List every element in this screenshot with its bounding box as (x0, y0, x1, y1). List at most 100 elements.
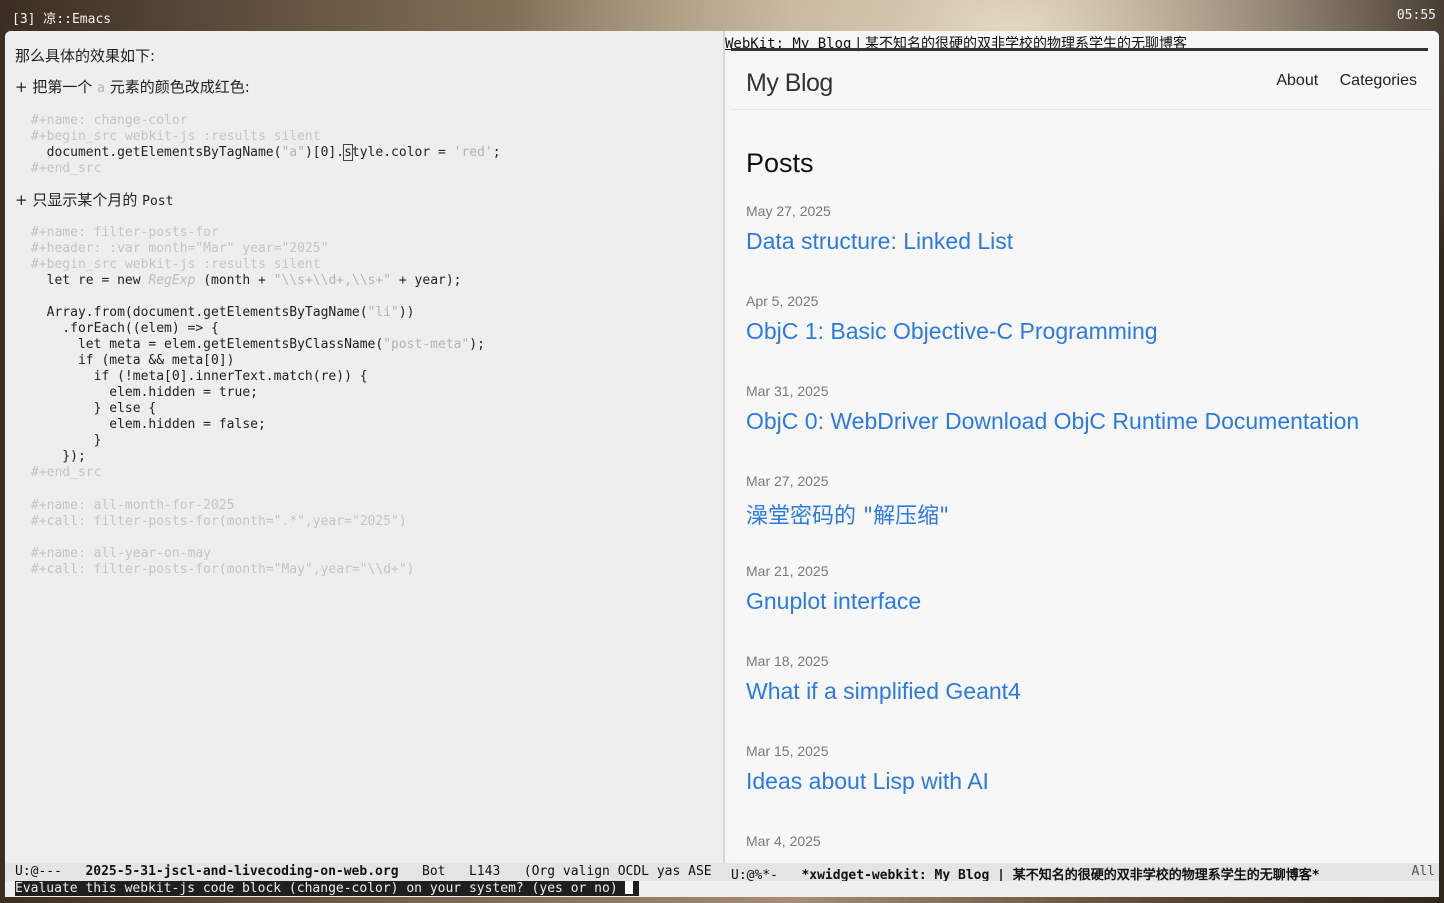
code-text: ; (492, 145, 501, 160)
code-line: elem.hidden = true; (31, 385, 258, 400)
code-line: } (31, 433, 102, 448)
inline-code: a (97, 81, 105, 96)
code-text: Array.from(document.getElementsByTagName… (31, 305, 368, 320)
code-text: let meta = elem.getElementsByClassName( (31, 337, 384, 352)
org-buffer[interactable]: 那么具体的效果如下: + 把第一个 a 元素的颜色改成红色: #+name: c… (5, 31, 723, 863)
code-text: document.getElementsByTagName( (31, 145, 282, 160)
code-line: let meta = elem.getElementsByClassName("… (31, 337, 485, 353)
list-item-text: 只显示某个月的 (32, 191, 143, 209)
buffer-position: Bot (422, 864, 446, 879)
src-block-name: #+name: all-month-for-2025 (31, 498, 235, 513)
src-block-name: #+name: change-color (31, 113, 188, 128)
post-item: Mar 31, 2025 ObjC 0: WebDriver Download … (746, 383, 1359, 435)
post-item: Mar 4, 2025 (746, 833, 821, 849)
list-item-text: Post (142, 194, 174, 209)
code-line: if (!meta[0].innerText.match(re)) { (31, 369, 368, 384)
emacs-frame: 那么具体的效果如下: + 把第一个 a 元素的颜色改成红色: #+name: c… (5, 31, 1439, 897)
list-bullet: + (15, 78, 28, 96)
code-line: Array.from(document.getElementsByTagName… (31, 305, 415, 321)
post-item: Apr 5, 2025 ObjC 1: Basic Objective-C Pr… (746, 293, 1158, 345)
post-title-link[interactable]: Gnuplot interface (746, 588, 921, 615)
post-item: May 27, 2025 Data structure: Linked List (746, 203, 1013, 255)
post-date: Mar 31, 2025 (746, 383, 829, 399)
line-number: L143 (468, 864, 501, 879)
code-string: "a" (281, 145, 305, 160)
code-string: "post-meta" (383, 337, 470, 352)
buffer-name[interactable]: 2025-5-31-jscl-and-livecoding-on-web.org (85, 864, 398, 879)
code-line: document.getElementsByTagName("a")[0].st… (31, 144, 501, 161)
site-nav: About Categories (1259, 72, 1417, 90)
post-date: Mar 21, 2025 (746, 563, 829, 579)
minibuffer[interactable]: Evaluate this webkit-js code block (chan… (5, 881, 1439, 897)
code-string: "li" (367, 305, 399, 320)
buffer-state: U:@--- (15, 864, 62, 879)
code-line: elem.hidden = false; (31, 417, 266, 432)
list-item-text: 元素的颜色改成红色: (104, 78, 250, 96)
code-text: let re = new (31, 273, 149, 288)
org-paragraph: 那么具体的效果如下: (15, 47, 156, 65)
code-type: RegExp (148, 273, 196, 288)
post-date: Mar 4, 2025 (746, 833, 821, 849)
src-block-name: #+name: all-year-on-may (31, 546, 212, 561)
org-list-item: + 把第一个 a 元素的颜色改成红色: (15, 79, 250, 97)
code-text: )) (398, 305, 415, 320)
post-title-link[interactable]: Ideas about Lisp with AI (746, 768, 989, 795)
code-text: )[0]. (304, 145, 345, 160)
code-text: tyle.color = (351, 145, 454, 160)
webkit-window: WebKit: My Blog | 某不知名的很硬的双非学校的物理系学生的无聊博… (725, 31, 1439, 863)
src-block-begin: #+begin_src webkit-js :results silent (31, 129, 321, 144)
site-header: My Blog About Categories (731, 53, 1431, 110)
mode-line[interactable]: U:@--- 2025-5-31-jscl-and-livecoding-on-… (5, 863, 1439, 883)
prompt-text: Evaluate this webkit-js code block (chan… (15, 881, 626, 896)
src-block-end: #+end_src (31, 465, 102, 480)
post-title-link[interactable]: ObjC 0: WebDriver Download ObjC Runtime … (746, 408, 1359, 435)
code-line: }); (31, 449, 86, 464)
left-mode-line: U:@--- 2025-5-31-jscl-and-livecoding-on-… (15, 864, 712, 879)
post-date: Mar 15, 2025 (746, 743, 829, 759)
code-line: .forEach((elem) => { (31, 321, 219, 336)
post-item: Mar 27, 2025 澡堂密码的 "解压缩" (746, 473, 949, 530)
text-cursor: s (343, 144, 353, 161)
call-line: #+call: filter-posts-for(month="May",yea… (31, 562, 415, 577)
post-title-link[interactable]: Data structure: Linked List (746, 228, 1013, 255)
code-text: (month + (195, 273, 274, 288)
clock: 05:55 (1396, 8, 1436, 23)
src-block-end: #+end_src (31, 161, 102, 176)
post-title-link[interactable]: What if a simplified Geant4 (746, 678, 1021, 705)
code-line: let re = new RegExp (month + "\\s+\\d+,\… (31, 273, 462, 289)
minibuffer-cursor (625, 881, 634, 894)
post-item: Mar 18, 2025 What if a simplified Geant4 (746, 653, 1021, 705)
code-string: 'red' (453, 145, 493, 160)
major-minor-modes[interactable]: (Org valign OCDL yas ASE (524, 864, 712, 879)
list-item-text: 把第一个 (32, 78, 98, 96)
code-text: ); (469, 337, 485, 352)
header-underline (731, 48, 1428, 51)
post-date: Mar 27, 2025 (746, 473, 829, 489)
code-string: "\\s+\\d+,\\s+" (273, 273, 392, 288)
src-block-header: #+header: :var month="Mar" year="2025" (31, 241, 329, 256)
minibuffer-prompt[interactable]: Evaluate this webkit-js code block (chan… (15, 881, 640, 896)
buffer-position: All (1411, 864, 1435, 879)
post-item: Mar 21, 2025 Gnuplot interface (746, 563, 921, 615)
nav-link-categories[interactable]: Categories (1340, 72, 1417, 89)
site-title-link[interactable]: My Blog (746, 69, 833, 98)
post-title-link[interactable]: 澡堂密码的 "解压缩" (746, 498, 949, 530)
post-date: Apr 5, 2025 (746, 293, 819, 309)
post-date: Mar 18, 2025 (746, 653, 829, 669)
post-date: May 27, 2025 (746, 203, 831, 219)
post-title-link[interactable]: ObjC 1: Basic Objective-C Programming (746, 318, 1158, 345)
post-item: Mar 15, 2025 Ideas about Lisp with AI (746, 743, 989, 795)
src-block-name: #+name: filter-posts-for (31, 225, 219, 240)
call-line: #+call: filter-posts-for(month=".*",year… (31, 514, 407, 529)
nav-link-about[interactable]: About (1276, 72, 1318, 89)
src-block-begin: #+begin_src webkit-js :results silent (31, 257, 321, 272)
code-text: + year); (391, 273, 462, 288)
org-list-item: + 只显示某个月的 Post (15, 192, 173, 210)
code-line: } else { (31, 401, 157, 416)
code-line: if (meta && meta[0]) (31, 353, 235, 368)
window-manager-bar: [3] 凉::Emacs 05:55 (0, 0, 1444, 30)
page-heading: Posts (746, 148, 814, 178)
webview[interactable]: My Blog About Categories Posts May 27, 2… (731, 53, 1439, 863)
window-title: [3] 凉::Emacs (12, 12, 112, 27)
list-bullet: + (15, 191, 28, 209)
